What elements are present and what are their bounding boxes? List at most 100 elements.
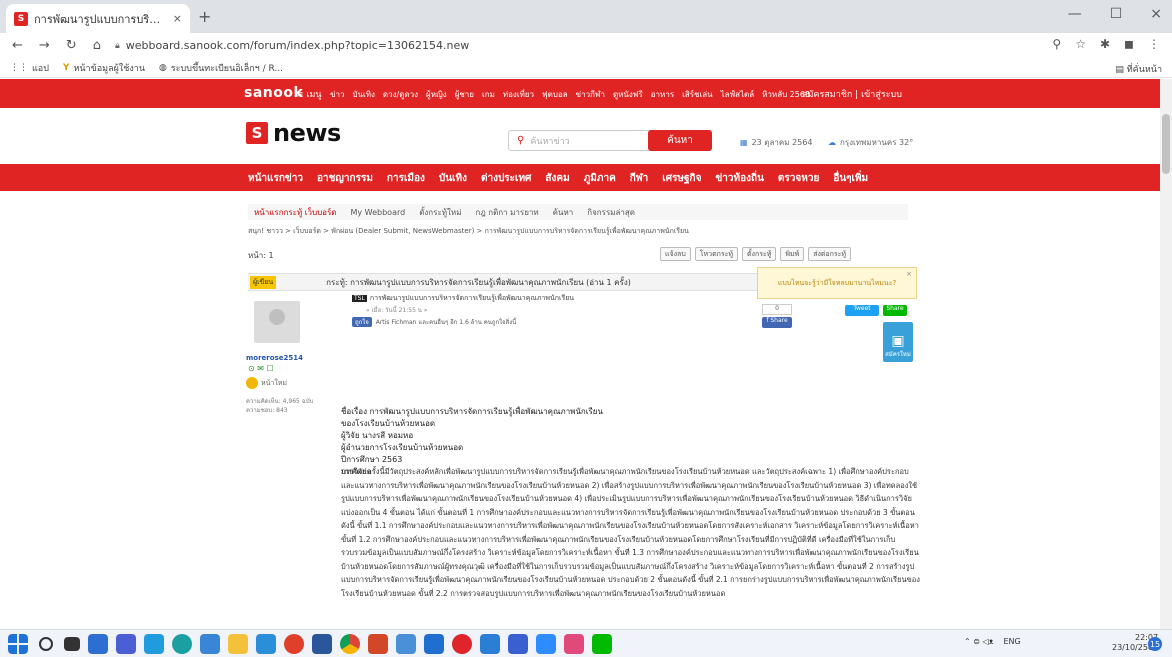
store-icon[interactable] xyxy=(144,634,164,654)
category-link[interactable]: ภูมิภาค xyxy=(584,171,616,186)
extensions-icon[interactable]: ✱ xyxy=(1100,37,1110,51)
zoom-icon[interactable]: ⚲ xyxy=(1052,37,1061,51)
floating-signup-button[interactable]: ▣ สมัครใหม่ xyxy=(883,322,913,362)
new-tab-button[interactable]: + xyxy=(198,7,211,26)
line-app-icon[interactable] xyxy=(592,634,612,654)
top-nav-link[interactable]: บันเทิง xyxy=(352,88,374,101)
settings-icon[interactable] xyxy=(396,634,416,654)
tool-link[interactable]: ตั้งกระทู้ใหม่ xyxy=(419,206,461,219)
category-link[interactable]: ตรวจหวย xyxy=(778,171,819,186)
word-icon[interactable] xyxy=(312,634,332,654)
weather-display: ☁ กรุงเทพมหานคร 32° xyxy=(828,138,914,147)
top-nav-link[interactable]: ข่าว xyxy=(330,88,344,101)
facebook-share-button[interactable]: f Share xyxy=(762,317,792,328)
tool-link[interactable]: กิจกรรมล่าสุด xyxy=(587,206,635,219)
forward-arrow-icon[interactable]: → xyxy=(39,38,50,53)
category-link[interactable]: หน้าแรกข่าว xyxy=(248,171,303,186)
topic-action-button[interactable]: ตั้งกระทู้ xyxy=(742,247,777,261)
browser-menu-icon[interactable]: ⋮ xyxy=(1148,37,1160,51)
category-link[interactable]: การเมือง xyxy=(387,171,425,186)
top-nav-link[interactable]: ผู้หญิง xyxy=(426,88,447,101)
bookmark-apps[interactable]: ⋮⋮ แอป xyxy=(10,61,49,75)
news-logo[interactable]: S news xyxy=(246,119,341,147)
tool-link[interactable]: My Webboard xyxy=(350,208,405,217)
top-nav-link[interactable]: ข่าวกีฬา xyxy=(576,88,605,101)
category-link[interactable]: เศรษฐกิจ xyxy=(662,171,701,186)
fb-like-button[interactable]: ถูกใจ xyxy=(352,317,372,327)
top-nav-link[interactable]: เสิร์ชเล่น xyxy=(682,88,712,101)
file-manager-icon[interactable] xyxy=(256,634,276,654)
author-name[interactable]: morerose2514 xyxy=(246,354,303,362)
back-arrow-icon[interactable]: ← xyxy=(12,38,23,53)
category-link[interactable]: กีฬา xyxy=(630,171,649,186)
category-link[interactable]: อาชญากรรม xyxy=(317,171,373,186)
category-link[interactable]: ต่างประเทศ xyxy=(481,171,531,186)
scrollbar-thumb[interactable] xyxy=(1162,114,1170,174)
menu-button[interactable]: ≡ เมนู xyxy=(296,87,322,101)
topic-action-button[interactable]: พิมพ์ xyxy=(780,247,805,261)
category-link[interactable]: บันเทิง xyxy=(439,171,467,186)
tooltip-close-icon[interactable]: × xyxy=(906,270,912,278)
top-nav-link[interactable]: ไลฟ์สไตล์ xyxy=(721,88,755,101)
chat-icon[interactable] xyxy=(116,634,136,654)
topic-action-button[interactable]: ส่งต่อกระทู้ xyxy=(808,247,851,261)
tweet-button[interactable]: Tweet xyxy=(845,305,879,316)
category-link[interactable]: สังคม xyxy=(545,171,569,186)
line-share-button[interactable]: Share xyxy=(883,305,907,316)
tool-link[interactable]: หน้าแรกกระทู้ เว็บบอร์ด xyxy=(254,206,336,219)
address-bar[interactable]: 🔒︎ webboard.sanook.com/forum/index.php?t… xyxy=(115,39,469,52)
top-nav-link[interactable]: ฟุตบอล xyxy=(542,88,568,101)
tool-link[interactable]: ค้นหา xyxy=(553,206,574,219)
page-scrollbar[interactable] xyxy=(1160,79,1172,629)
reload-icon[interactable]: ↻ xyxy=(66,38,77,53)
tool-link[interactable]: กฎ กติกา มารยาท xyxy=(475,206,538,219)
maximize-button[interactable]: ☐ xyxy=(1110,6,1123,22)
search-button[interactable]: ค้นหา xyxy=(648,130,712,151)
notification-badge[interactable]: 15 xyxy=(1148,637,1162,651)
close-window-button[interactable]: × xyxy=(1150,6,1162,22)
office-icon[interactable] xyxy=(284,634,304,654)
zoom-app-icon[interactable] xyxy=(536,634,556,654)
widgets-icon[interactable] xyxy=(88,634,108,654)
category-link[interactable]: ข่าวท้องถิ่น xyxy=(715,171,763,186)
search-taskbar-icon[interactable] xyxy=(39,637,53,651)
fb-like-text: Artis Fichman และคนอื่นๆ อีก 1.6 ล้าน คน… xyxy=(375,319,517,326)
edge-icon[interactable] xyxy=(172,634,192,654)
photos-icon[interactable] xyxy=(200,634,220,654)
home-icon[interactable]: ⌂ xyxy=(93,38,101,53)
author-icons[interactable]: ⊙ ✉ ☐ xyxy=(248,364,274,373)
top-nav-link[interactable]: อาหาร xyxy=(651,88,674,101)
topic-action-button[interactable]: แจ้งลบ xyxy=(660,247,691,261)
folder-app-icon[interactable] xyxy=(424,634,444,654)
bookmark-registry[interactable]: ◍ ระบบขึ้นทะเบียนอิเล็กฯ / R... xyxy=(159,61,283,75)
category-link[interactable]: อื่นๆเพิ่ม xyxy=(833,171,868,186)
mail-icon[interactable] xyxy=(480,634,500,654)
top-nav-link[interactable]: ดูหนังฟรี xyxy=(613,88,643,101)
top-nav-link[interactable]: ผู้ชาย xyxy=(455,88,474,101)
top-nav-link[interactable]: เกม xyxy=(482,88,495,101)
bookmark-star-icon[interactable]: ☆ xyxy=(1075,37,1086,51)
language-indicator[interactable]: ENG xyxy=(1004,637,1021,646)
topic-action-button[interactable]: โหวตกระทู้ xyxy=(694,247,738,261)
login-link[interactable]: สมัครสมาชิก | เข้าสู่ระบบ xyxy=(802,87,902,101)
task-view-icon[interactable] xyxy=(64,637,80,651)
sanook-logo[interactable]: sanook xyxy=(244,85,303,101)
avatar[interactable] xyxy=(254,301,300,343)
explorer-icon[interactable] xyxy=(228,634,248,654)
notes-icon[interactable] xyxy=(564,634,584,654)
tray-icons[interactable]: ⌃ ⊜ ◁ᴥ xyxy=(964,637,994,646)
chrome-icon[interactable] xyxy=(340,634,360,654)
minimize-button[interactable]: — xyxy=(1068,6,1082,22)
promo-tooltip[interactable]: แบบไหนจะรู้ว่ามีใจหลบมานานไหมนะ? × xyxy=(757,267,917,299)
browser-tab[interactable]: S การพัฒนารูปแบบการบริหารจัดการเรี × xyxy=(6,4,190,33)
profile-avatar[interactable]: ◼ xyxy=(1124,37,1134,51)
teams-icon[interactable] xyxy=(508,634,528,654)
opera-icon[interactable] xyxy=(452,634,472,654)
other-bookmarks[interactable]: ▤ ที่คั่นหน้า xyxy=(1115,62,1162,76)
powerpoint-icon[interactable] xyxy=(368,634,388,654)
windows-start-icon[interactable] xyxy=(8,634,28,654)
top-nav-link[interactable]: ดวง/ดูดวง xyxy=(383,88,418,101)
top-nav-link[interactable]: ท่องเที่ยว xyxy=(503,88,534,101)
bookmark-profile[interactable]: Y หน้าข้อมูลผู้ใช้งาน xyxy=(63,61,145,75)
tab-close-icon[interactable]: × xyxy=(173,12,182,25)
